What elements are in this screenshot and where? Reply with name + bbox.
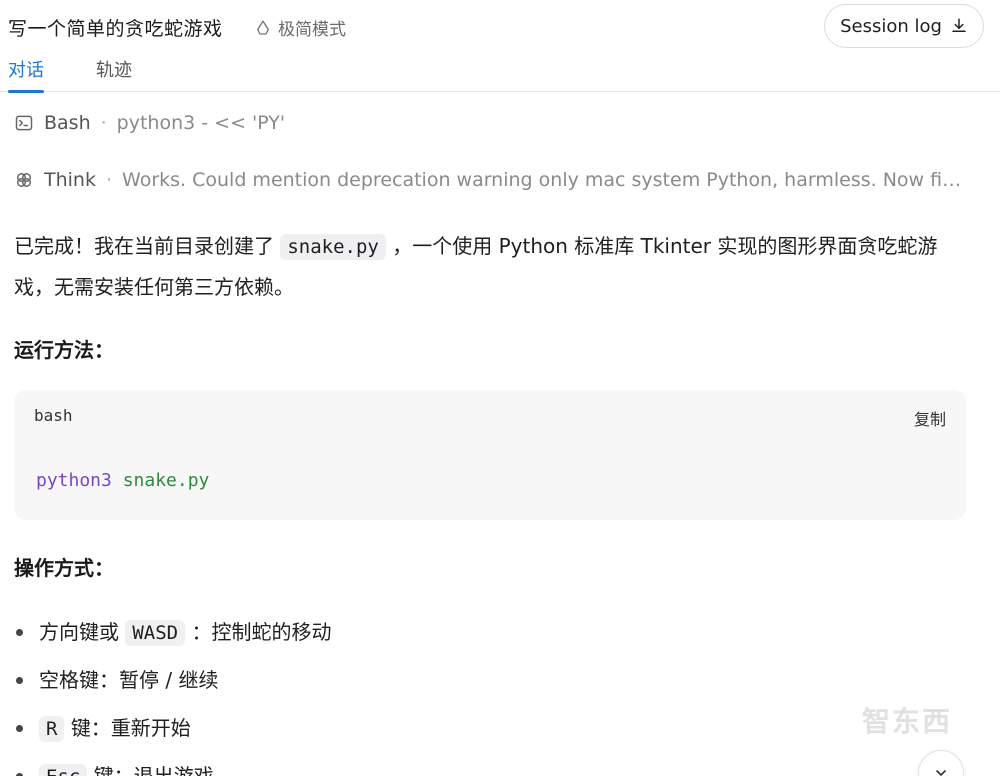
item-text: 键：退出游戏 — [93, 764, 214, 776]
controls-list: 方向键或 WASD ：控制蛇的移动 空格键：暂停 / 继续 R 键：重新开始 E… — [14, 608, 974, 776]
intro-text: 已完成！我在当前目录创建了 — [14, 234, 274, 258]
think-icon — [17, 173, 31, 187]
code-language-label: bash — [34, 406, 73, 425]
tool-description: Works. Could mention deprecation warning… — [122, 169, 969, 191]
inline-code-key: Esc — [39, 764, 88, 776]
item-text: 键：重新开始 — [70, 716, 191, 740]
download-icon — [952, 18, 966, 32]
chat-page: 写一个简单的贪吃蛇游戏 极简模式 Session log 对话 轨迹 Bash … — [0, 0, 1000, 776]
tool-description: python3 - << 'PY' — [116, 112, 286, 134]
code-block: bash 复制 python3 snake.py — [14, 390, 966, 520]
tab-bar: 对话 轨迹 — [8, 56, 132, 93]
header: 写一个简单的贪吃蛇游戏 极简模式 Session log 对话 轨迹 — [0, 0, 1000, 93]
watermark-logo: 智东西 — [862, 705, 953, 738]
tool-call-bash[interactable]: Bash · python3 - << 'PY' — [14, 112, 285, 134]
tool-call-think[interactable]: Think · Works. Could mention deprecation… — [14, 169, 974, 191]
tab-conversation[interactable]: 对话 — [8, 56, 44, 93]
separator-dot: · — [100, 112, 107, 134]
inline-code-key: R — [39, 716, 65, 742]
copy-button[interactable]: 复制 — [914, 406, 946, 430]
separator-dot: · — [105, 169, 113, 191]
code-argument: snake.py — [122, 470, 210, 491]
list-item: 方向键或 WASD ：控制蛇的移动 — [14, 608, 974, 656]
minimal-mode-label: 极简模式 — [278, 20, 346, 40]
item-text: ：控制蛇的移动 — [191, 620, 332, 644]
list-item: R 键：重新开始 — [14, 704, 974, 752]
inline-code-filename: snake.py — [280, 234, 386, 260]
inline-code-key: WASD — [125, 620, 186, 646]
tool-name: Bash — [44, 112, 91, 134]
terminal-icon — [15, 115, 33, 131]
chevron-down-icon — [936, 770, 946, 776]
code-line: python3 snake.py — [36, 470, 209, 491]
item-text: 空格键：暂停 / 继续 — [39, 668, 219, 692]
list-item: 空格键：暂停 / 继续 — [14, 656, 974, 704]
tool-name: Think — [44, 169, 96, 191]
page-title: 写一个简单的贪吃蛇游戏 — [8, 18, 223, 40]
list-item: Esc 键：退出游戏 — [14, 752, 974, 776]
recycle-icon — [257, 20, 269, 35]
ops-heading: 操作方式： — [14, 556, 114, 580]
session-log-label: Session log — [840, 15, 942, 37]
minimal-mode-toggle[interactable]: 极简模式 — [254, 15, 346, 40]
code-command: python3 — [36, 470, 112, 491]
assistant-message-intro: 已完成！我在当前目录创建了 snake.py ，一个使用 Python 标准库 … — [14, 226, 974, 307]
tab-trajectory[interactable]: 轨迹 — [96, 56, 132, 92]
run-heading: 运行方法： — [14, 338, 114, 362]
session-log-button[interactable]: Session log — [824, 4, 984, 48]
item-text: 方向键或 — [39, 620, 119, 644]
